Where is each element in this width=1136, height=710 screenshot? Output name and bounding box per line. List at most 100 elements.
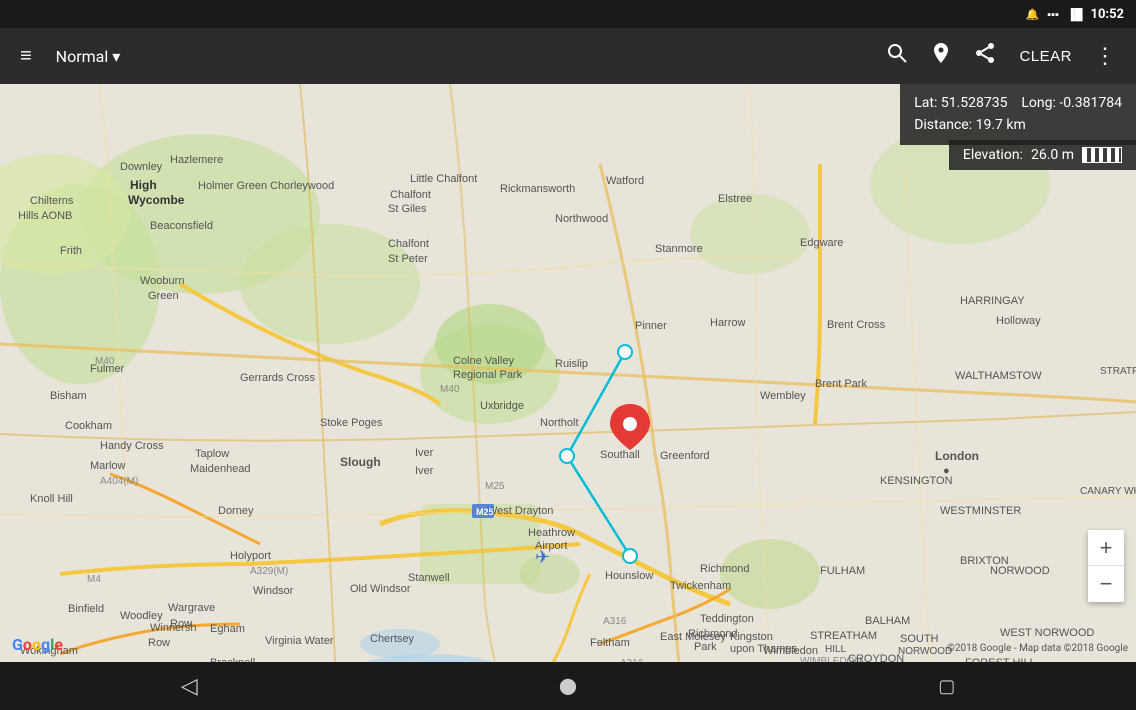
menu-icon: ≡ — [20, 45, 32, 68]
map-type-selector[interactable]: Normal ▾ — [48, 43, 129, 70]
elevation-label: Elevation: — [963, 147, 1023, 163]
svg-text:Stoke Poges: Stoke Poges — [320, 417, 383, 429]
svg-text:NORWOOD: NORWOOD — [990, 565, 1050, 577]
info-overlay: Lat: 51.528735 Long: -0.381784 Distance:… — [900, 84, 1136, 145]
home-icon: ⬤ — [559, 676, 577, 696]
svg-text:Elstree: Elstree — [718, 193, 752, 205]
search-button[interactable] — [877, 33, 917, 79]
svg-text:M25: M25 — [476, 507, 494, 517]
svg-text:Cookham: Cookham — [65, 420, 112, 432]
svg-text:Wargrave: Wargrave — [168, 602, 215, 614]
svg-text:HARRINGAY: HARRINGAY — [960, 295, 1025, 307]
svg-text:Slough: Slough — [340, 455, 381, 469]
svg-text:Beaconsfield: Beaconsfield — [150, 220, 213, 232]
svg-text:Row: Row — [170, 618, 192, 630]
waypoint-button[interactable] — [921, 33, 961, 79]
elevation-value: 26.0 m — [1031, 147, 1074, 163]
svg-text:Hills AONB: Hills AONB — [18, 210, 72, 222]
chevron-down-icon: ▾ — [112, 47, 120, 66]
svg-text:M40: M40 — [95, 356, 115, 367]
svg-text:Regional Park: Regional Park — [453, 369, 523, 381]
svg-text:Binfield: Binfield — [68, 603, 104, 615]
svg-text:Bracknell: Bracknell — [210, 657, 255, 662]
svg-text:Chalfont: Chalfont — [390, 189, 431, 201]
svg-text:✈: ✈ — [535, 547, 550, 567]
svg-text:Heathrow: Heathrow — [528, 527, 575, 539]
clear-button[interactable]: CLEAR — [1009, 42, 1082, 71]
svg-text:Gerrards Cross: Gerrards Cross — [240, 372, 316, 384]
svg-text:Iver: Iver — [415, 447, 434, 459]
svg-text:M4: M4 — [87, 574, 101, 585]
svg-text:Holloway: Holloway — [996, 315, 1041, 327]
svg-text:Dorney: Dorney — [218, 505, 254, 517]
svg-text:Holmer Green: Holmer Green — [198, 180, 267, 192]
svg-text:CANARY WHARF: CANARY WHARF — [1080, 486, 1136, 497]
svg-text:FULHAM: FULHAM — [820, 565, 865, 577]
toolbar-right: CLEAR ⋮ — [877, 33, 1124, 79]
svg-text:Downley: Downley — [120, 161, 163, 173]
svg-text:Brent Cross: Brent Cross — [827, 319, 886, 331]
zoom-controls: + − — [1088, 530, 1124, 602]
long-label: Long: — [1021, 95, 1056, 111]
svg-text:Taplow: Taplow — [195, 448, 229, 460]
status-time: 10:52 — [1091, 7, 1125, 22]
svg-text:Wooburn: Wooburn — [140, 275, 184, 287]
back-button[interactable]: ◁ — [141, 665, 238, 707]
svg-text:Woodley: Woodley — [120, 610, 163, 622]
svg-text:BALHAM: BALHAM — [865, 615, 910, 627]
google-logo-g2: g — [41, 635, 50, 654]
svg-text:Wembley: Wembley — [760, 390, 806, 402]
svg-text:Feltham: Feltham — [590, 637, 630, 649]
svg-text:Uxbridge: Uxbridge — [480, 400, 524, 412]
svg-text:Old Windsor: Old Windsor — [350, 583, 411, 595]
long-value: -0.381784 — [1059, 95, 1122, 111]
svg-text:WALTHAMSTOW: WALTHAMSTOW — [955, 370, 1042, 382]
svg-text:A404(M): A404(M) — [100, 476, 138, 487]
zoom-in-button[interactable]: + — [1088, 530, 1124, 566]
elevation-overlay: Elevation: 26.0 m — [949, 140, 1136, 170]
map-container[interactable]: Chilterns Hills AONB High Wycombe Little… — [0, 84, 1136, 662]
svg-text:M25: M25 — [485, 481, 505, 492]
svg-text:M40: M40 — [440, 384, 460, 395]
distance-line: Distance: 19.7 km — [914, 114, 1122, 136]
svg-text:HILL: HILL — [825, 644, 847, 655]
svg-text:Knoll Hill: Knoll Hill — [30, 493, 73, 505]
svg-text:Maidenhead: Maidenhead — [190, 463, 251, 475]
svg-text:KENSINGTON: KENSINGTON — [880, 475, 953, 487]
waypoint-icon — [929, 41, 953, 71]
google-logo: Google — [12, 635, 63, 654]
svg-text:Brent Park: Brent Park — [815, 378, 867, 390]
svg-text:Marlow: Marlow — [90, 460, 126, 472]
svg-text:SOUTH: SOUTH — [900, 633, 939, 645]
zoom-out-button[interactable]: − — [1088, 566, 1124, 602]
svg-text:A316: A316 — [620, 658, 644, 662]
svg-text:FOREST HILL: FOREST HILL — [965, 657, 1036, 662]
home-button[interactable]: ⬤ — [519, 668, 617, 704]
svg-text:A316: A316 — [603, 616, 627, 627]
svg-text:Green: Green — [148, 290, 179, 302]
menu-button[interactable]: ≡ — [12, 37, 40, 76]
svg-text:WESTMINSTER: WESTMINSTER — [940, 505, 1021, 517]
more-options-button[interactable]: ⋮ — [1086, 35, 1124, 77]
toolbar: ≡ Normal ▾ — [0, 28, 1136, 84]
svg-text:Little Chalfont: Little Chalfont — [410, 173, 477, 185]
svg-text:Kingston: Kingston — [730, 631, 773, 643]
svg-text:●: ● — [943, 465, 950, 477]
svg-text:Wycombe: Wycombe — [128, 193, 185, 207]
lat-value: 51.528735 — [941, 95, 1008, 111]
svg-text:West Drayton: West Drayton — [487, 505, 553, 517]
svg-text:Richmond: Richmond — [700, 563, 750, 575]
svg-text:Hounslow: Hounslow — [605, 570, 653, 582]
recents-button[interactable]: ▢ — [898, 668, 995, 705]
svg-text:London: London — [935, 449, 979, 463]
svg-text:Twickenham: Twickenham — [670, 580, 731, 592]
svg-text:Iver: Iver — [415, 465, 434, 477]
share-button[interactable] — [965, 33, 1005, 79]
elevation-ruler — [1082, 147, 1122, 163]
battery-icon: ▐█ — [1067, 8, 1083, 21]
google-logo-e: e — [54, 635, 63, 654]
svg-text:STRATFORD: STRATFORD — [1100, 366, 1136, 377]
svg-text:Row: Row — [148, 637, 170, 649]
svg-text:Edgware: Edgware — [800, 237, 843, 249]
map-copyright: ©2018 Google - Map data ©2018 Google — [947, 643, 1128, 654]
